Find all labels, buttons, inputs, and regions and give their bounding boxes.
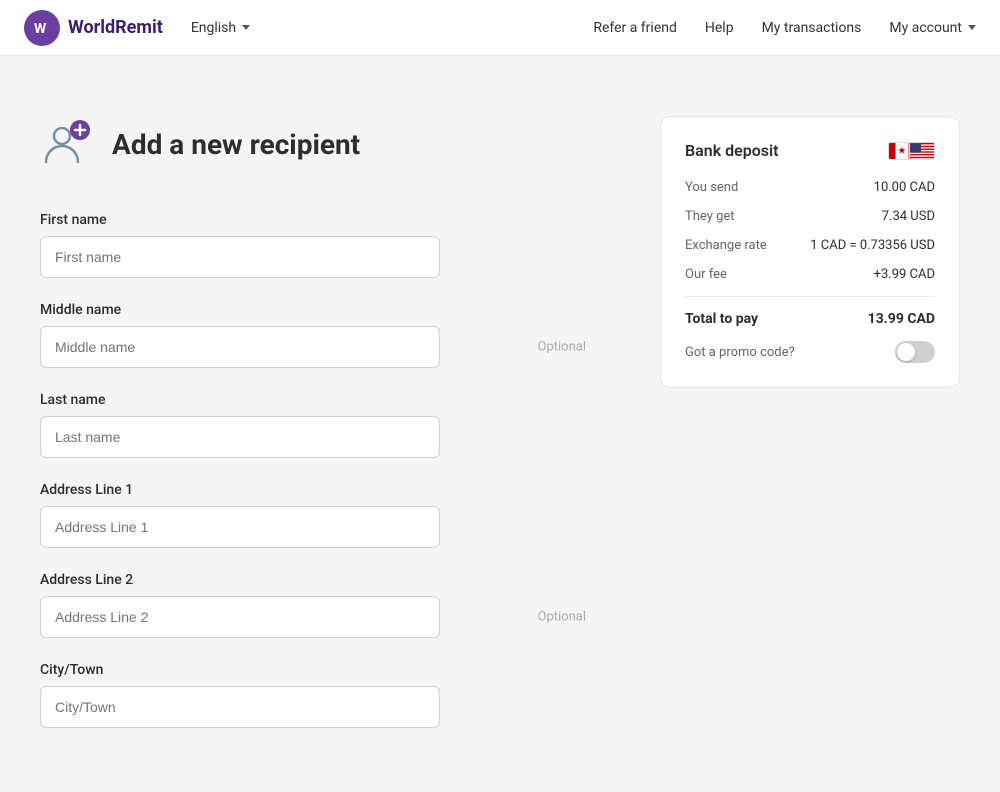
- my-account-nav[interactable]: My account: [889, 20, 976, 36]
- summary-divider: [685, 296, 935, 297]
- you-send-row: You send 10.00 CAD: [685, 180, 935, 195]
- promo-toggle[interactable]: [895, 341, 935, 363]
- total-label: Total to pay: [685, 311, 758, 327]
- first-name-group: First name: [40, 212, 600, 278]
- promo-row: Got a promo code?: [685, 341, 935, 363]
- header: W WorldRemit English Refer a friend Help…: [0, 0, 1000, 56]
- city-input[interactable]: [40, 686, 440, 728]
- page-title-row: Add a new recipient: [40, 116, 600, 172]
- middle-name-group: Middle name Optional: [40, 302, 600, 368]
- you-send-value: 10.00 CAD: [874, 180, 935, 195]
- exchange-rate-value: 1 CAD = 0.73356 USD: [810, 238, 935, 253]
- middle-name-optional: Optional: [538, 340, 586, 355]
- middle-name-input[interactable]: [40, 326, 440, 368]
- total-value: 13.99 CAD: [868, 311, 935, 327]
- address-line1-group: Address Line 1: [40, 482, 600, 548]
- middle-name-wrapper: Optional: [40, 326, 600, 368]
- logo-text: WorldRemit: [68, 17, 163, 38]
- first-name-label: First name: [40, 212, 600, 228]
- language-label: English: [191, 20, 236, 36]
- header-nav: Refer a friend Help My transactions My a…: [593, 20, 976, 36]
- header-left: W WorldRemit English: [24, 10, 593, 46]
- they-get-row: They get 7.34 USD: [685, 209, 935, 224]
- address-line1-input[interactable]: [40, 506, 440, 548]
- summary-header: Bank deposit: [685, 141, 935, 160]
- address-line2-input[interactable]: [40, 596, 440, 638]
- total-row: Total to pay 13.99 CAD: [685, 311, 935, 327]
- last-name-group: Last name: [40, 392, 600, 458]
- middle-name-label: Middle name: [40, 302, 600, 318]
- last-name-label: Last name: [40, 392, 600, 408]
- help-link[interactable]: Help: [705, 20, 734, 36]
- fee-row: Our fee +3.99 CAD: [685, 267, 935, 282]
- fee-label: Our fee: [685, 267, 727, 282]
- logo[interactable]: W WorldRemit: [24, 10, 163, 46]
- summary-title: Bank deposit: [685, 141, 779, 160]
- they-get-label: They get: [685, 209, 735, 224]
- fee-value: +3.99 CAD: [874, 267, 935, 282]
- city-group: City/Town: [40, 662, 600, 728]
- form-section: Add a new recipient First name Middle na…: [40, 116, 600, 752]
- city-label: City/Town: [40, 662, 600, 678]
- chevron-down-icon: [242, 25, 250, 30]
- my-transactions-link[interactable]: My transactions: [762, 20, 862, 36]
- they-get-value: 7.34 USD: [882, 209, 935, 224]
- address-line2-group: Address Line 2 Optional: [40, 572, 600, 638]
- last-name-input[interactable]: [40, 416, 440, 458]
- address-line2-wrapper: Optional: [40, 596, 600, 638]
- you-send-label: You send: [685, 180, 738, 195]
- first-name-input[interactable]: [40, 236, 440, 278]
- promo-label: Got a promo code?: [685, 345, 795, 360]
- svg-text:W: W: [34, 21, 47, 37]
- add-recipient-icon: [40, 116, 96, 172]
- refer-friend-link[interactable]: Refer a friend: [593, 20, 677, 36]
- address-line1-label: Address Line 1: [40, 482, 600, 498]
- address-line2-label: Address Line 2: [40, 572, 600, 588]
- exchange-rate-row: Exchange rate 1 CAD = 0.73356 USD: [685, 238, 935, 253]
- language-selector[interactable]: English: [183, 16, 258, 40]
- exchange-rate-label: Exchange rate: [685, 238, 767, 253]
- main-content: Add a new recipient First name Middle na…: [0, 56, 1000, 792]
- summary-card: Bank deposit: [660, 116, 960, 388]
- my-account-label: My account: [889, 20, 962, 36]
- logo-icon: W: [24, 10, 60, 46]
- page-title: Add a new recipient: [112, 128, 360, 161]
- address-line2-optional: Optional: [538, 610, 586, 625]
- us-flag-icon: [909, 142, 935, 160]
- account-chevron-down-icon: [968, 25, 976, 30]
- flag-icons: [888, 142, 935, 160]
